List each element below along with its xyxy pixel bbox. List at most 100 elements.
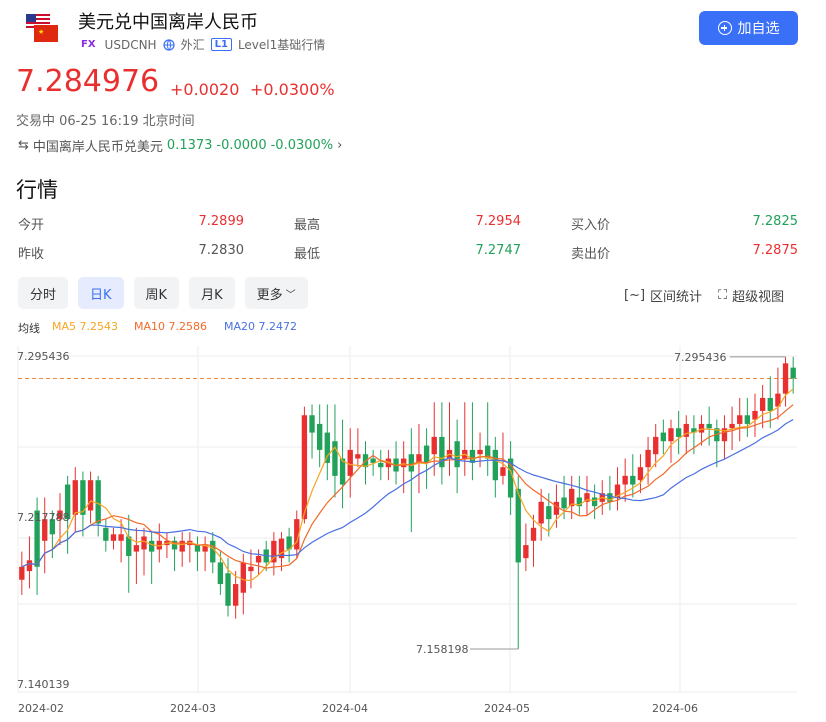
cross-price: 0.1373 bbox=[166, 138, 213, 153]
candle-body bbox=[347, 449, 353, 476]
candle-body bbox=[622, 475, 628, 485]
kline-chart[interactable]: 7.295436 7.217788 7.140139 2024-02 2024-03 20… bbox=[0, 340, 826, 722]
stat-label: 买入价 bbox=[571, 218, 611, 233]
chevron-right-icon: › bbox=[337, 138, 343, 153]
ma10-legend: MA10 7.2586 bbox=[134, 320, 207, 333]
stat-label: 卖出价 bbox=[571, 247, 611, 262]
tab-monthly-k[interactable]: 月K bbox=[189, 277, 235, 309]
candle-body bbox=[225, 573, 231, 606]
candle-body bbox=[133, 545, 140, 552]
symbol-code: USDCNH bbox=[104, 37, 157, 52]
range-stats-button[interactable]: [~] 区间统计 bbox=[624, 286, 702, 305]
candle-body bbox=[591, 497, 598, 507]
candle-body bbox=[87, 480, 94, 511]
candle-body bbox=[500, 467, 506, 476]
candle-body bbox=[110, 534, 117, 541]
candle-body bbox=[637, 467, 644, 481]
stat-label: 昨收 bbox=[18, 247, 45, 262]
swap-icon: ⇆ bbox=[18, 138, 29, 153]
svg-text:★: ★ bbox=[38, 28, 44, 36]
candle-body bbox=[255, 555, 262, 563]
candle-body bbox=[401, 458, 407, 468]
candle-body bbox=[523, 545, 529, 559]
candle-body bbox=[408, 454, 414, 472]
candle-body bbox=[19, 566, 25, 580]
candle-body bbox=[645, 449, 651, 468]
candle-body bbox=[515, 488, 521, 563]
trading-status: 交易中 06-25 16:19 北京时间 bbox=[16, 114, 195, 129]
price-change: +0.0020 bbox=[170, 80, 240, 99]
tab-daily-k[interactable]: 日K bbox=[78, 277, 124, 309]
candle-body bbox=[95, 480, 101, 524]
candle-body bbox=[72, 480, 78, 515]
candle-body bbox=[232, 584, 239, 606]
candle-body bbox=[729, 423, 735, 429]
candle-body bbox=[668, 428, 674, 442]
cross-change-pct: -0.0300% bbox=[270, 138, 334, 153]
add-watchlist-label: 加自选 bbox=[737, 21, 780, 37]
stat-value: 7.2747 bbox=[475, 243, 522, 258]
candle-body bbox=[301, 415, 308, 520]
globe-icon bbox=[162, 38, 175, 51]
candle-body bbox=[316, 423, 323, 450]
us-cn-flag-icon: ★ bbox=[26, 14, 58, 42]
x-tick-label: 2024-03 bbox=[170, 702, 216, 715]
candle-body bbox=[103, 527, 109, 541]
instrument-meta: FX USDCNH 外汇 L1 Level1基础行情 bbox=[78, 36, 325, 53]
cross-name: 中国离岸人民币兑美元 bbox=[32, 140, 163, 155]
candle-body bbox=[194, 545, 201, 552]
candle-body bbox=[546, 506, 552, 520]
market-label: 外汇 bbox=[180, 38, 205, 52]
candle-body bbox=[782, 363, 789, 394]
plus-circle-icon bbox=[717, 21, 732, 35]
range-stats-label: 区间统计 bbox=[650, 290, 703, 305]
candle-body bbox=[217, 562, 224, 585]
y-tick-label: 7.140139 bbox=[17, 678, 70, 691]
level-tag: L1 bbox=[210, 38, 232, 51]
candle-body bbox=[790, 367, 796, 379]
super-view-button[interactable]: ⛶ 超级视图 bbox=[718, 286, 784, 305]
candle-body bbox=[492, 449, 499, 481]
super-view-label: 超级视图 bbox=[732, 290, 785, 305]
price-change-pct: +0.0300% bbox=[250, 80, 335, 99]
stat-label: 最低 bbox=[294, 247, 321, 262]
candle-body bbox=[324, 432, 330, 463]
x-tick-label: 2024-04 bbox=[322, 702, 368, 715]
candle-body bbox=[469, 449, 476, 463]
fx-tag: FX bbox=[81, 39, 96, 50]
candle-body bbox=[431, 436, 437, 455]
candle-body bbox=[653, 436, 659, 455]
level-label: Level1基础行情 bbox=[237, 38, 326, 52]
stat-value: 7.2954 bbox=[475, 214, 522, 229]
period-tabs: 分时 日K 周K 月K 更多 ﹀ bbox=[18, 277, 308, 309]
tab-more[interactable]: 更多 ﹀ bbox=[244, 277, 308, 309]
stat-value: 7.2825 bbox=[752, 214, 799, 229]
candle-body bbox=[737, 415, 743, 424]
candle-body bbox=[553, 501, 560, 515]
fullscreen-icon: ⛶ bbox=[718, 288, 728, 303]
add-watchlist-button[interactable]: 加自选 bbox=[699, 11, 798, 45]
candle-body bbox=[240, 562, 246, 593]
stat-value: 7.2875 bbox=[752, 243, 799, 258]
candle-body bbox=[538, 501, 544, 524]
ma5-line bbox=[21, 388, 794, 582]
candle-body bbox=[355, 454, 361, 459]
candle-body bbox=[423, 445, 430, 463]
page-title: 美元兑中国离岸人民币 bbox=[78, 12, 258, 33]
tab-weekly-k[interactable]: 周K bbox=[133, 277, 180, 309]
candle-body bbox=[630, 475, 636, 485]
candle-body bbox=[477, 449, 483, 455]
candle-body bbox=[248, 566, 254, 572]
cross-change: -0.0000 bbox=[216, 138, 267, 153]
tab-intraday[interactable]: 分时 bbox=[18, 277, 69, 309]
ma-legend-label: 均线 bbox=[18, 322, 40, 335]
range-icon: [~] bbox=[624, 288, 646, 303]
candle-body bbox=[759, 397, 766, 411]
y-tick-label: 7.295436 bbox=[17, 350, 70, 363]
stat-value: 7.2899 bbox=[198, 214, 245, 229]
cross-rate-link[interactable]: ⇆ 中国离岸人民币兑美元 0.1373 -0.0000 -0.0300% › bbox=[18, 136, 342, 155]
chevron-down-icon: ﹀ bbox=[285, 289, 296, 301]
ma5-legend: MA5 7.2543 bbox=[52, 320, 118, 333]
candle-body bbox=[454, 441, 460, 468]
ma20-legend: MA20 7.2472 bbox=[224, 320, 297, 333]
